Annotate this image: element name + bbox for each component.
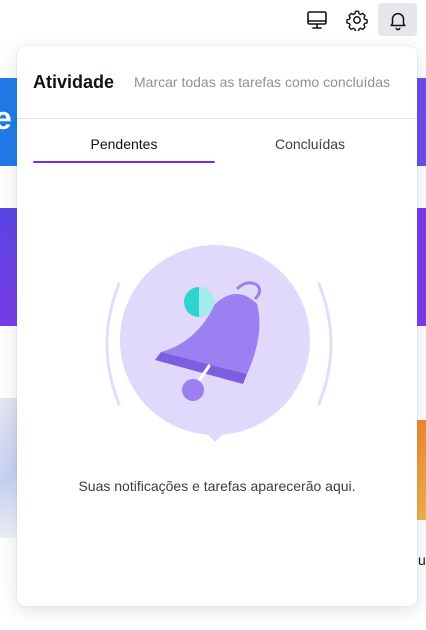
mark-all-complete-link[interactable]: Marcar todas as tarefas como concluídas bbox=[134, 74, 404, 90]
activity-panel: Atividade Marcar todas as tarefas como c… bbox=[17, 46, 417, 606]
background-banner-right-purple bbox=[417, 208, 426, 326]
active-tab-indicator bbox=[33, 161, 215, 163]
tab-completed-label: Concluídas bbox=[274, 136, 346, 152]
tab-pending[interactable]: Pendentes bbox=[33, 126, 215, 162]
tab-pending-label: Pendentes bbox=[90, 136, 158, 152]
panel-header: Atividade Marcar todas as tarefas como c… bbox=[17, 46, 417, 119]
desktop-button[interactable] bbox=[299, 3, 335, 36]
left-wave bbox=[105, 282, 121, 406]
panel-title: Atividade bbox=[33, 72, 115, 92]
background-banner-purple-left bbox=[0, 208, 17, 326]
background-thumbnail-left bbox=[0, 398, 17, 538]
notifications-button[interactable] bbox=[378, 3, 417, 36]
background-banner-text: e bbox=[0, 100, 12, 136]
bell-icon bbox=[387, 9, 409, 31]
empty-state-message: Suas notificações e tarefas aparecerão a… bbox=[78, 478, 356, 494]
empty-state-illustration bbox=[97, 244, 337, 456]
desktop-icon bbox=[306, 10, 328, 30]
tab-bar: Pendentes Concluídas bbox=[33, 126, 401, 164]
background-caption-right: u bbox=[418, 552, 426, 568]
right-wave bbox=[317, 282, 333, 406]
tab-completed[interactable]: Concluídas bbox=[219, 126, 401, 162]
gear-icon bbox=[346, 9, 368, 31]
top-bar bbox=[0, 0, 426, 44]
background-thumbnail-right bbox=[417, 420, 426, 520]
settings-button[interactable] bbox=[339, 3, 375, 36]
background-banner-right-top bbox=[417, 78, 426, 166]
